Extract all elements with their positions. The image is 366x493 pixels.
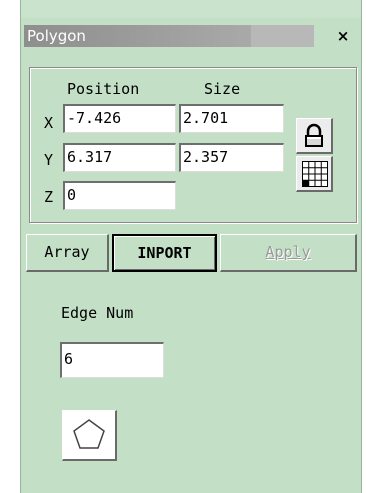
apply-button-label: Apply [265,243,311,261]
polygon-panel: Polygon × Position Size X -7.426 2.701 Y… [20,0,362,493]
position-y-field[interactable]: 6.317 [63,143,176,172]
apply-button[interactable]: Apply [220,234,357,272]
close-button[interactable]: × [333,25,353,47]
position-x-field[interactable]: -7.426 [63,104,176,133]
title-bar[interactable]: Polygon × [21,19,361,50]
edge-num-field[interactable]: 6 [60,342,164,378]
size-x-field[interactable]: 2.701 [179,104,284,133]
axis-label-z: Z [44,188,54,206]
lock-icon [305,123,323,147]
pentagon-icon [73,419,105,449]
panel-title: Polygon [27,27,86,45]
panel-top-strip [21,0,361,18]
axis-label-x: X [44,114,54,132]
array-button[interactable]: Array [26,234,109,272]
position-z-field[interactable]: 0 [63,181,176,210]
polygon-shape-button[interactable] [62,410,117,461]
size-header: Size [204,80,241,98]
inport-button[interactable]: INPORT [112,234,217,272]
edge-num-label: Edge Num [61,304,134,322]
axis-label-y: Y [44,151,54,169]
anchor-point-button[interactable] [296,156,333,192]
size-y-field[interactable]: 2.357 [179,143,284,172]
title-bar-inactive-fill [251,25,314,47]
lock-aspect-button[interactable] [296,118,333,154]
grid-anchor-icon [302,161,328,187]
position-header: Position [67,80,140,98]
